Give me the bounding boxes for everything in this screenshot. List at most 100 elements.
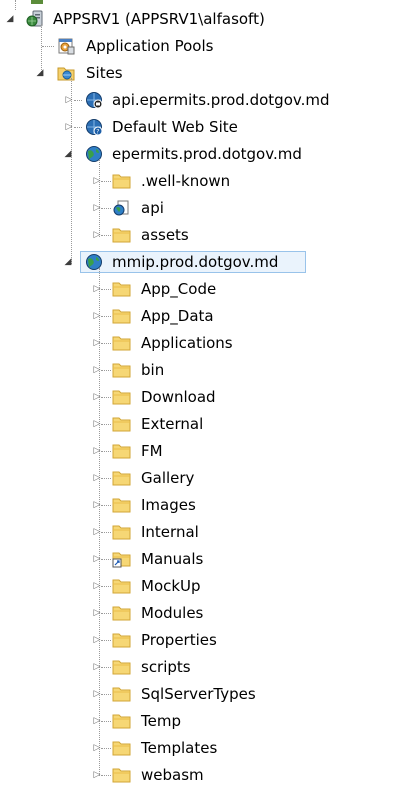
folder-icon xyxy=(112,712,132,730)
tree-item-well-known[interactable]: ▷ .well-known xyxy=(0,170,414,192)
tree-item-server[interactable]: ◢ APPSRV1 (APPSRV1\alfasoft) xyxy=(0,8,414,30)
folder-icon xyxy=(112,307,132,325)
sites-label[interactable]: Sites xyxy=(86,62,123,84)
folder-label[interactable]: MockUp xyxy=(141,575,201,597)
tree-item-folder[interactable]: ▷ Internal xyxy=(0,521,414,543)
tree-connector xyxy=(101,316,111,317)
tree-item-folder[interactable]: ▷ External xyxy=(0,413,414,435)
tree-item-folder[interactable]: ▷ Temp xyxy=(0,710,414,732)
folder-icon xyxy=(112,766,132,784)
tree-connector xyxy=(101,748,111,749)
tree-item-folder[interactable]: ▷ Gallery xyxy=(0,467,414,489)
tree-connector xyxy=(101,667,111,668)
globe-icon xyxy=(84,145,104,163)
folder-shortcut-icon xyxy=(112,550,132,568)
tree-item-folder[interactable]: ▷ Modules xyxy=(0,602,414,624)
folder-label[interactable]: Manuals xyxy=(141,548,203,570)
tree-item-api-application[interactable]: ▷ api xyxy=(0,197,414,219)
tree-item-folder[interactable]: ▷ Properties xyxy=(0,629,414,651)
expand-arrow-icon[interactable]: ▷ xyxy=(64,94,74,106)
site-epermits-label[interactable]: epermits.prod.dotgov.md xyxy=(112,143,302,165)
tree-item-folder[interactable]: ▷ Templates xyxy=(0,737,414,759)
tree-connector xyxy=(101,424,111,425)
collapse-arrow-icon[interactable]: ◢ xyxy=(35,67,45,79)
folder-icon xyxy=(112,631,132,649)
tree-connector xyxy=(101,586,111,587)
folder-label[interactable]: Modules xyxy=(141,602,203,624)
folder-icon xyxy=(112,685,132,703)
tree-item-site-api-epermits[interactable]: ▷ api.epermits.prod.dotgov.md xyxy=(0,89,414,111)
folder-label[interactable]: webasm xyxy=(141,764,204,786)
tree-item-site-epermits[interactable]: ◢ epermits.prod.dotgov.md xyxy=(0,143,414,165)
folder-icon xyxy=(112,496,132,514)
tree-connector xyxy=(101,694,111,695)
tree-connector xyxy=(101,613,111,614)
tree-item-folder[interactable]: ▷ Images xyxy=(0,494,414,516)
site-api-label[interactable]: api.epermits.prod.dotgov.md xyxy=(112,89,330,111)
tree-item-folder[interactable]: ▷ App_Data xyxy=(0,305,414,327)
folder-label[interactable]: Gallery xyxy=(141,467,194,489)
folder-label[interactable]: Images xyxy=(141,494,196,516)
application-pools-label[interactable]: Application Pools xyxy=(86,35,213,57)
tree-item-default-web-site[interactable]: ▷ ? Default Web Site xyxy=(0,116,414,138)
folder-icon xyxy=(112,442,132,460)
tree-item-application-pools[interactable]: Application Pools xyxy=(0,35,414,57)
tree-connector xyxy=(101,370,111,371)
folder-icon xyxy=(112,739,132,757)
tree-item-sites[interactable]: ◢ Sites xyxy=(0,62,414,84)
tree-item-assets[interactable]: ▷ assets xyxy=(0,224,414,246)
folder-icon xyxy=(112,361,132,379)
tree-connector xyxy=(101,343,111,344)
site-mmip-label[interactable]: mmip.prod.dotgov.md xyxy=(112,251,278,273)
folder-icon xyxy=(112,469,132,487)
tree-item-folder[interactable]: ▷ Applications xyxy=(0,332,414,354)
tree-connector xyxy=(101,532,111,533)
tree-connector xyxy=(101,775,111,776)
folder-label[interactable]: .well-known xyxy=(141,170,230,192)
folder-label[interactable]: bin xyxy=(141,359,164,381)
folder-label[interactable]: Download xyxy=(141,386,216,408)
folder-label[interactable]: FM xyxy=(141,440,163,462)
globe-icon xyxy=(84,253,104,271)
folder-label[interactable]: Temp xyxy=(141,710,181,732)
collapse-arrow-icon[interactable]: ◢ xyxy=(63,256,73,268)
tree-connector xyxy=(101,505,111,506)
tree-item-folder[interactable]: ▷ webasm xyxy=(0,764,414,786)
tree-connector xyxy=(101,559,111,560)
folder-label[interactable]: External xyxy=(141,413,203,435)
tree-item-folder[interactable]: ▷ Manuals xyxy=(0,548,414,570)
folder-label[interactable]: api xyxy=(141,197,164,219)
expand-arrow-icon[interactable]: ▷ xyxy=(64,121,74,133)
server-label[interactable]: APPSRV1 (APPSRV1\alfasoft) xyxy=(53,8,265,30)
folder-label[interactable]: Applications xyxy=(141,332,233,354)
folder-label[interactable]: Properties xyxy=(141,629,217,651)
globe-stopped-icon xyxy=(84,91,104,109)
application-icon xyxy=(112,199,132,217)
application-pools-icon xyxy=(56,37,76,55)
tree-item-folder[interactable]: ▷ App_Code xyxy=(0,278,414,300)
folder-label[interactable]: Templates xyxy=(141,737,217,759)
folder-label[interactable]: App_Data xyxy=(141,305,214,327)
tree-item-folder[interactable]: ▷ MockUp xyxy=(0,575,414,597)
default-web-site-label[interactable]: Default Web Site xyxy=(112,116,238,138)
folder-label[interactable]: Internal xyxy=(141,521,199,543)
folder-icon xyxy=(112,226,132,244)
folder-label[interactable]: assets xyxy=(141,224,189,246)
folder-icon xyxy=(112,334,132,352)
folder-label[interactable]: scripts xyxy=(141,656,191,678)
tree-item-folder[interactable]: ▷ FM xyxy=(0,440,414,462)
tree-connector xyxy=(101,451,111,452)
tree-item-site-mmip[interactable]: ◢ mmip.prod.dotgov.md xyxy=(0,251,414,273)
collapse-arrow-icon[interactable]: ◢ xyxy=(63,148,73,160)
tree-connector xyxy=(74,100,82,101)
tree-connector xyxy=(101,640,111,641)
tree-item-folder[interactable]: ▷ SqlServerTypes xyxy=(0,683,414,705)
folder-icon xyxy=(112,658,132,676)
tree-item-folder[interactable]: ▷ bin xyxy=(0,359,414,381)
tree-item-folder[interactable]: ▷ Download xyxy=(0,386,414,408)
folder-label[interactable]: App_Code xyxy=(141,278,216,300)
tree-item-folder[interactable]: ▷ scripts xyxy=(0,656,414,678)
tree-connector xyxy=(101,721,111,722)
collapse-arrow-icon[interactable]: ◢ xyxy=(5,13,15,25)
folder-label[interactable]: SqlServerTypes xyxy=(141,683,256,705)
